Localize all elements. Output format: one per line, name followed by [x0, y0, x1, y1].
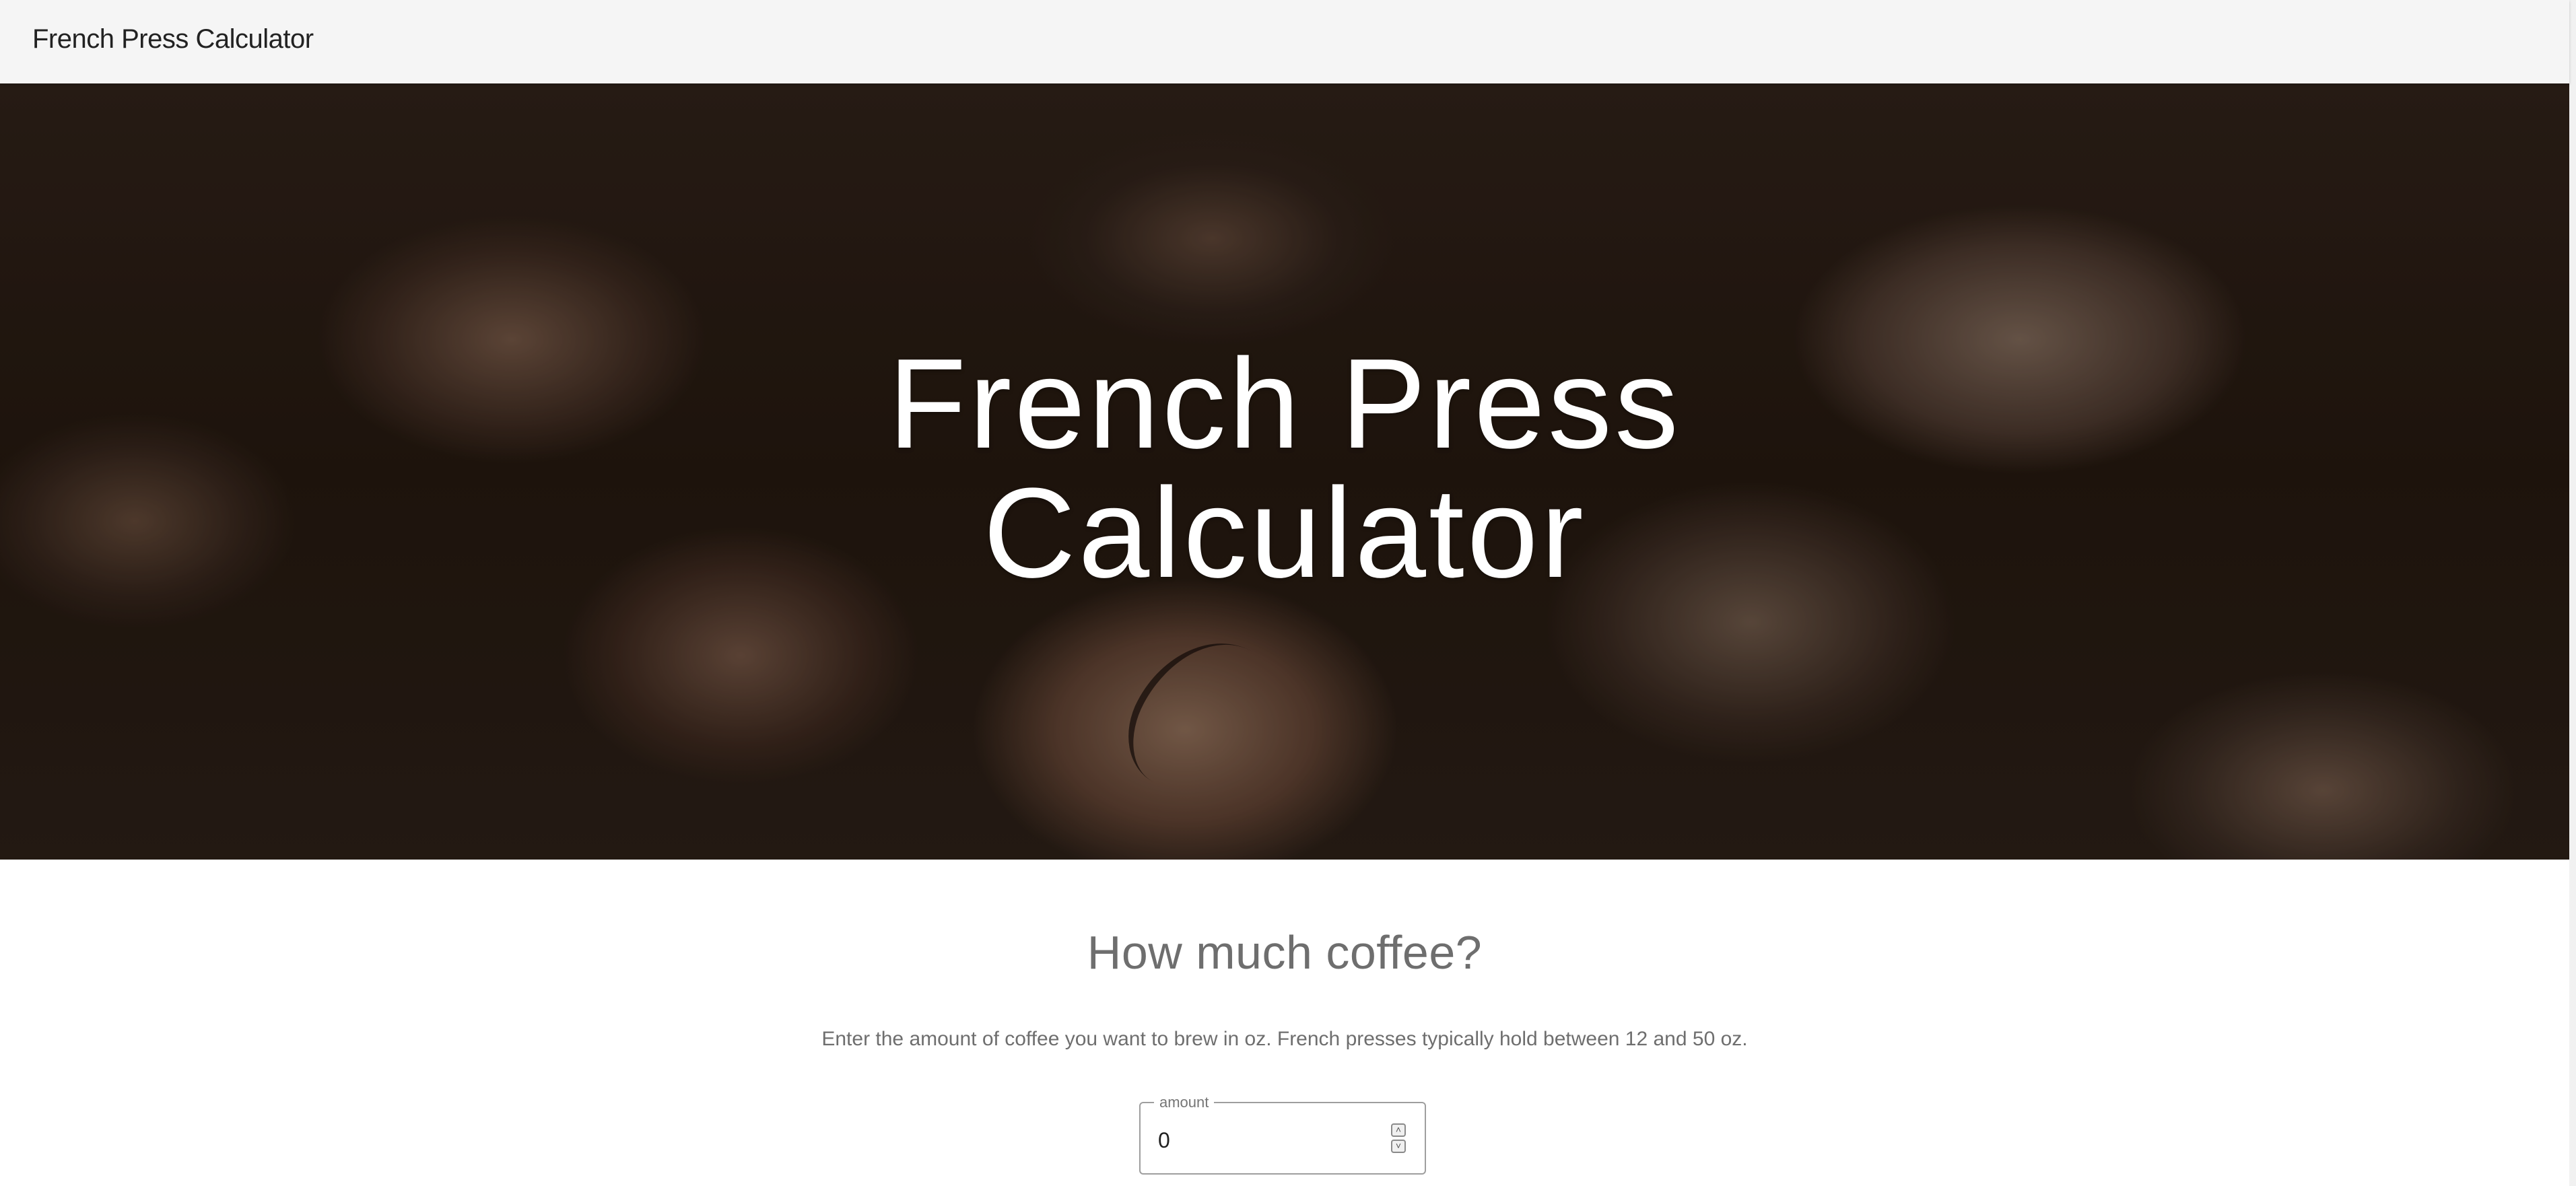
amount-input[interactable] [1158, 1123, 1374, 1157]
amount-field[interactable]: amount ˄ ˅ [1139, 1094, 1426, 1175]
number-spinner[interactable]: ˄ ˅ [1391, 1123, 1407, 1156]
section-heading: How much coffee? [1087, 926, 1483, 979]
navbar-title[interactable]: French Press Calculator [32, 24, 314, 55]
amount-field-label: amount [1154, 1094, 1215, 1111]
top-navbar: French Press Calculator [0, 0, 2569, 83]
section-description: Enter the amount of coffee you want to b… [821, 1028, 1748, 1050]
calculator-section: How much coffee? Enter the amount of cof… [0, 860, 2569, 1186]
hero-title-line1: French Press [888, 333, 1681, 475]
chevron-up-icon[interactable]: ˄ [1391, 1123, 1406, 1137]
hero-title-line2: Calculator [983, 462, 1586, 604]
scrollbar[interactable] [2569, 0, 2576, 1186]
hero-title: French Press Calculator [0, 339, 2569, 598]
hero-banner: French Press Calculator [0, 83, 2569, 860]
chevron-down-icon[interactable]: ˅ [1391, 1140, 1406, 1153]
